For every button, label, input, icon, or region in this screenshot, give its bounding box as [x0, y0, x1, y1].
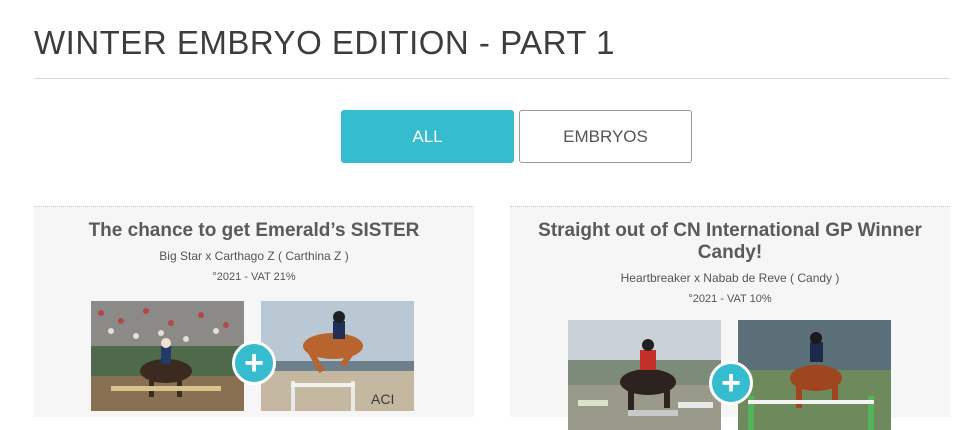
card-title[interactable]: Straight out of CN International GP Winn…	[524, 220, 936, 264]
card-meta: °2021 - VAT 21%	[212, 271, 296, 283]
filter-all-button[interactable]: ALL	[341, 110, 514, 163]
sire-photo[interactable]	[91, 301, 244, 411]
card-meta: °2021 - VAT 10%	[688, 293, 772, 305]
sire-photo[interactable]	[568, 320, 721, 430]
dam-photo[interactable]	[738, 320, 891, 430]
svg-text:ACI: ACI	[371, 391, 394, 407]
dam-photo[interactable]: ACI	[261, 301, 414, 411]
card-pedigree: Big Star x Carthago Z ( Carthina Z )	[159, 249, 349, 263]
page-title: WINTER EMBRYO EDITION - PART 1	[34, 24, 615, 61]
plus-icon: +	[232, 341, 276, 385]
filter-bar: ALL EMBRYOS	[341, 110, 692, 163]
embryo-card[interactable]: The chance to get Emerald’s SISTER Big S…	[34, 206, 474, 417]
filter-embryos-button[interactable]: EMBRYOS	[519, 110, 692, 163]
card-title[interactable]: The chance to get Emerald’s SISTER	[48, 220, 460, 242]
title-divider	[34, 78, 950, 79]
plus-icon: +	[709, 361, 753, 405]
card-pedigree: Heartbreaker x Nabab de Reve ( Candy )	[620, 271, 840, 285]
embryo-card[interactable]: Straight out of CN International GP Winn…	[510, 206, 950, 430]
